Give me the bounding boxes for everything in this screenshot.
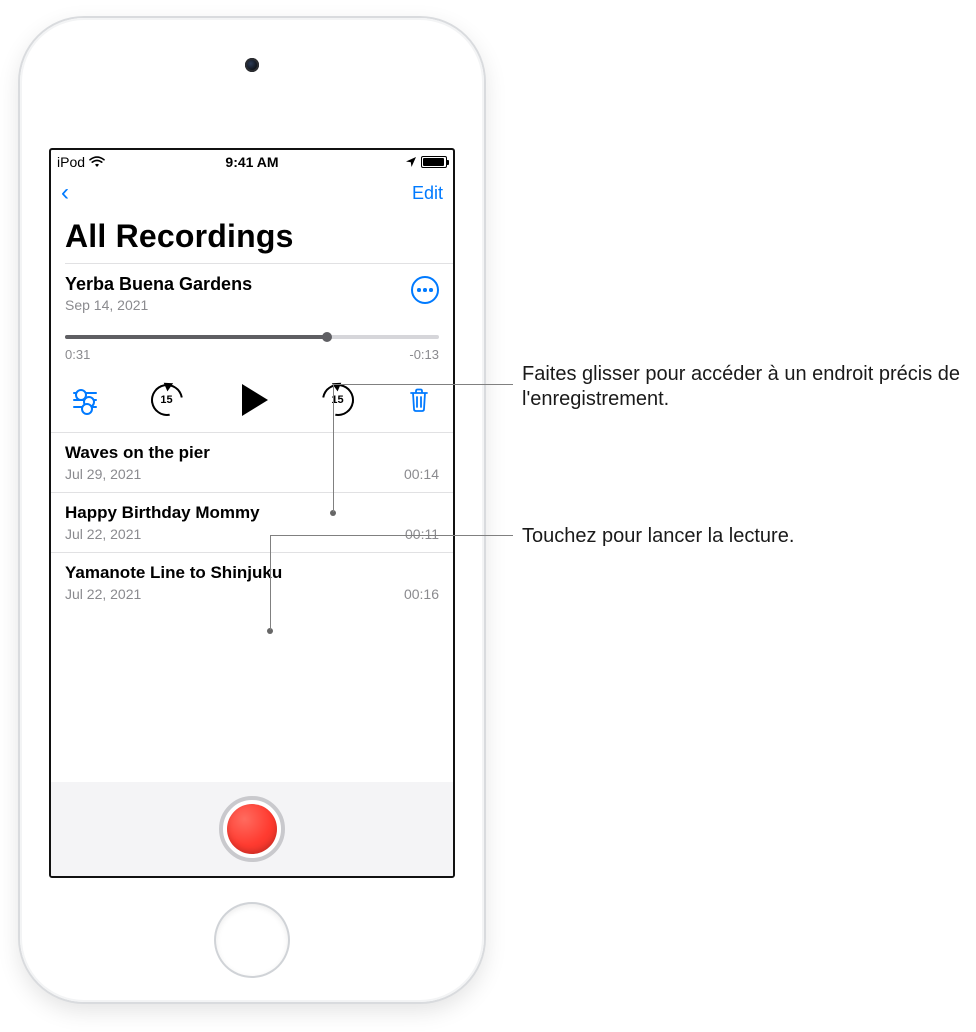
- expanded-recording[interactable]: Yerba Buena Gardens Sep 14, 2021 0:31 -0…: [51, 264, 453, 433]
- skip-forward-15-button[interactable]: 15: [320, 382, 356, 418]
- recording-title: Happy Birthday Mommy: [65, 503, 439, 523]
- trash-icon: [407, 387, 431, 413]
- location-icon: [405, 156, 417, 168]
- callout-line: [333, 384, 513, 385]
- screen: iPod 9:41 AM ‹ Edit All Recordings: [49, 148, 455, 878]
- recording-date: Jul 22, 2021: [65, 586, 141, 602]
- record-toolbar: [51, 782, 453, 876]
- play-icon: [242, 384, 268, 416]
- skip-back-15-button[interactable]: 15: [149, 382, 185, 418]
- record-icon: [227, 804, 277, 854]
- recording-title: Yerba Buena Gardens: [65, 274, 252, 295]
- status-time: 9:41 AM: [225, 154, 278, 170]
- recording-item[interactable]: Waves on the pier Jul 29, 2021 00:14: [51, 433, 453, 493]
- home-button[interactable]: [216, 904, 288, 976]
- callout-line: [333, 384, 334, 512]
- skip-forward-icon: 15: [322, 384, 354, 416]
- sliders-icon: [73, 392, 97, 408]
- camera-dot: [245, 58, 259, 72]
- recording-item[interactable]: Happy Birthday Mommy Jul 22, 2021 00:11: [51, 493, 453, 553]
- skip-back-icon: 15: [151, 384, 183, 416]
- recording-date: Jul 29, 2021: [65, 466, 141, 482]
- record-button[interactable]: [219, 796, 285, 862]
- page-title: All Recordings: [51, 214, 453, 263]
- recording-date: Jul 22, 2021: [65, 526, 141, 542]
- back-button[interactable]: ‹: [61, 179, 69, 207]
- delete-button[interactable]: [401, 382, 437, 418]
- play-button[interactable]: [230, 382, 274, 418]
- callout-text-play: Touchez pour lancer la lecture.: [522, 524, 794, 549]
- callout-text-slider: Faites glisser pour accéder à un endroit…: [522, 362, 962, 412]
- options-button[interactable]: [67, 382, 103, 418]
- status-bar: iPod 9:41 AM: [51, 150, 453, 172]
- recording-duration: 00:11: [405, 526, 439, 542]
- wifi-icon: [89, 156, 105, 168]
- recording-title: Waves on the pier: [65, 443, 439, 463]
- recording-date: Sep 14, 2021: [65, 297, 252, 313]
- edit-button[interactable]: Edit: [412, 183, 443, 204]
- elapsed-time: 0:31: [65, 347, 90, 362]
- remaining-time: -0:13: [409, 347, 439, 362]
- playback-slider[interactable]: 0:31 -0:13: [65, 335, 439, 362]
- callout-line: [270, 535, 271, 630]
- callout-line: [270, 535, 513, 536]
- battery-icon: [421, 156, 447, 168]
- recording-item[interactable]: Yamanote Line to Shinjuku Jul 22, 2021 0…: [51, 553, 453, 606]
- device-frame: iPod 9:41 AM ‹ Edit All Recordings: [20, 18, 484, 1002]
- more-button[interactable]: [411, 276, 439, 304]
- recording-duration: 00:16: [404, 586, 439, 602]
- ellipsis-icon: [417, 288, 433, 292]
- recording-title: Yamanote Line to Shinjuku: [65, 563, 439, 583]
- carrier-label: iPod: [57, 154, 85, 170]
- recording-duration: 00:14: [404, 466, 439, 482]
